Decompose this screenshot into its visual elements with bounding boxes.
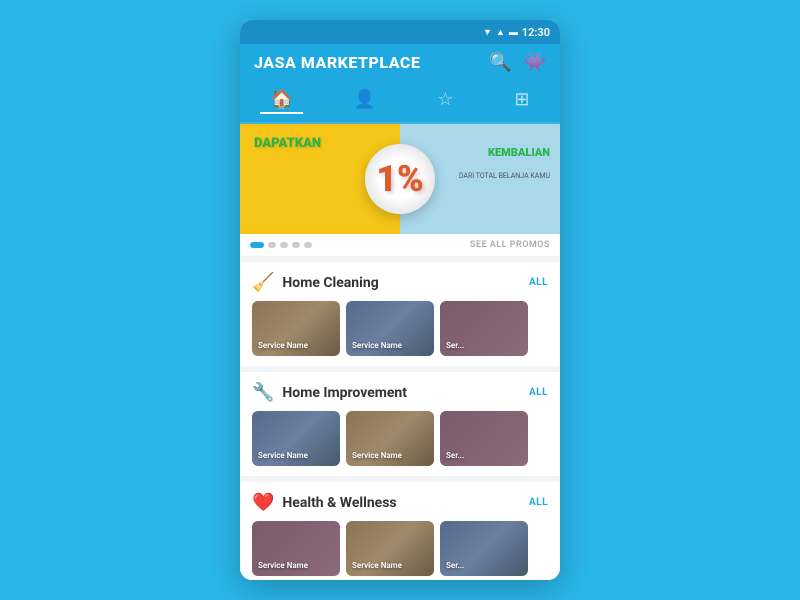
improvement-all-button[interactable]: ALL — [529, 387, 548, 398]
main-content: DAPATKAN KEMBALIAN DARI TOTAL BELANJA KA… — [240, 124, 560, 580]
dot-2[interactable] — [268, 242, 276, 248]
see-all-promos[interactable]: SEE ALL PROMOS — [470, 240, 550, 250]
health-card-1[interactable]: Service Name — [252, 521, 340, 576]
promo-text-kembalian: KEMBALIAN — [488, 146, 550, 159]
health-card-2-label: Service Name — [352, 561, 402, 570]
health-card-1-label: Service Name — [258, 561, 308, 570]
header: JASA MARKETPLACE 🔍 👾 — [240, 44, 560, 81]
improvement-card-2[interactable]: Service Name — [346, 411, 434, 466]
promo-text-dapatkan: DAPATKAN — [254, 136, 321, 151]
health-icon: ❤️ — [252, 492, 274, 513]
section-header-cleaning: 🧹 Home Cleaning ALL — [252, 272, 548, 293]
status-icons: ▼ ▲ ▬ 12:30 — [483, 26, 550, 39]
promo-dots — [250, 242, 312, 248]
cleaning-card-3-label: Ser... — [446, 341, 464, 350]
search-icon[interactable]: 🔍 — [489, 52, 511, 73]
promo-percent: 1% — [376, 158, 424, 200]
promo-banner[interactable]: DAPATKAN KEMBALIAN DARI TOTAL BELANJA KA… — [240, 124, 560, 234]
signal-icon: ▲ — [496, 27, 505, 38]
cleaning-icon: 🧹 — [252, 272, 274, 293]
tab-layers[interactable]: ⊞ — [504, 87, 539, 114]
section-left-cleaning: 🧹 Home Cleaning — [252, 272, 379, 293]
status-bar: ▼ ▲ ▬ 12:30 — [240, 20, 560, 44]
status-time: 12:30 — [522, 26, 550, 39]
promo-text-dari: DARI TOTAL BELANJA KAMU — [459, 172, 550, 180]
tab-profile[interactable]: 👤 — [344, 87, 386, 114]
cleaning-cards: Service Name Service Name Ser... — [252, 301, 548, 356]
promo-footer: SEE ALL PROMOS — [240, 234, 560, 256]
section-left-health: ❤️ Health & Wellness — [252, 492, 397, 513]
dot-5[interactable] — [304, 242, 312, 248]
improvement-card-1[interactable]: Service Name — [252, 411, 340, 466]
dot-1[interactable] — [250, 242, 264, 248]
section-header-improvement: 🔧 Home Improvement ALL — [252, 382, 548, 403]
health-card-3[interactable]: Ser... — [440, 521, 528, 576]
health-card-3-label: Ser... — [446, 561, 464, 570]
health-cards: Service Name Service Name Ser... — [252, 521, 548, 576]
section-health-wellness: ❤️ Health & Wellness ALL Service Name Se… — [240, 482, 560, 580]
nav-tabs: 🏠 👤 ☆ ⊞ — [240, 81, 560, 124]
tab-home[interactable]: 🏠 — [260, 87, 302, 114]
dot-4[interactable] — [292, 242, 300, 248]
wifi-icon: ▼ — [483, 27, 492, 38]
section-header-health: ❤️ Health & Wellness ALL — [252, 492, 548, 513]
tab-favorites[interactable]: ☆ — [427, 87, 463, 114]
cleaning-card-2-label: Service Name — [352, 341, 402, 350]
improvement-icon: 🔧 — [252, 382, 274, 403]
cleaning-title: Home Cleaning — [282, 275, 378, 291]
section-left-improvement: 🔧 Home Improvement — [252, 382, 407, 403]
cleaning-card-3[interactable]: Ser... — [440, 301, 528, 356]
improvement-card-3[interactable]: Ser... — [440, 411, 528, 466]
cleaning-card-1-label: Service Name — [258, 341, 308, 350]
health-card-2[interactable]: Service Name — [346, 521, 434, 576]
battery-icon: ▬ — [509, 27, 518, 38]
improvement-title: Home Improvement — [282, 385, 407, 401]
cleaning-card-1[interactable]: Service Name — [252, 301, 340, 356]
improvement-card-1-label: Service Name — [258, 451, 308, 460]
improvement-cards: Service Name Service Name Ser... — [252, 411, 548, 466]
dot-3[interactable] — [280, 242, 288, 248]
cleaning-card-2[interactable]: Service Name — [346, 301, 434, 356]
section-home-cleaning: 🧹 Home Cleaning ALL Service Name Service… — [240, 262, 560, 366]
user-avatar-icon[interactable]: 👾 — [524, 52, 546, 73]
improvement-card-3-label: Ser... — [446, 451, 464, 460]
improvement-card-2-label: Service Name — [352, 451, 402, 460]
header-actions: 🔍 👾 — [489, 52, 546, 73]
app-title: JASA MARKETPLACE — [254, 53, 420, 72]
cleaning-all-button[interactable]: ALL — [529, 277, 548, 288]
section-home-improvement: 🔧 Home Improvement ALL Service Name Serv… — [240, 372, 560, 476]
health-all-button[interactable]: ALL — [529, 497, 548, 508]
phone-frame: ▼ ▲ ▬ 12:30 JASA MARKETPLACE 🔍 👾 🏠 👤 ☆ ⊞… — [240, 20, 560, 580]
health-title: Health & Wellness — [282, 495, 396, 511]
